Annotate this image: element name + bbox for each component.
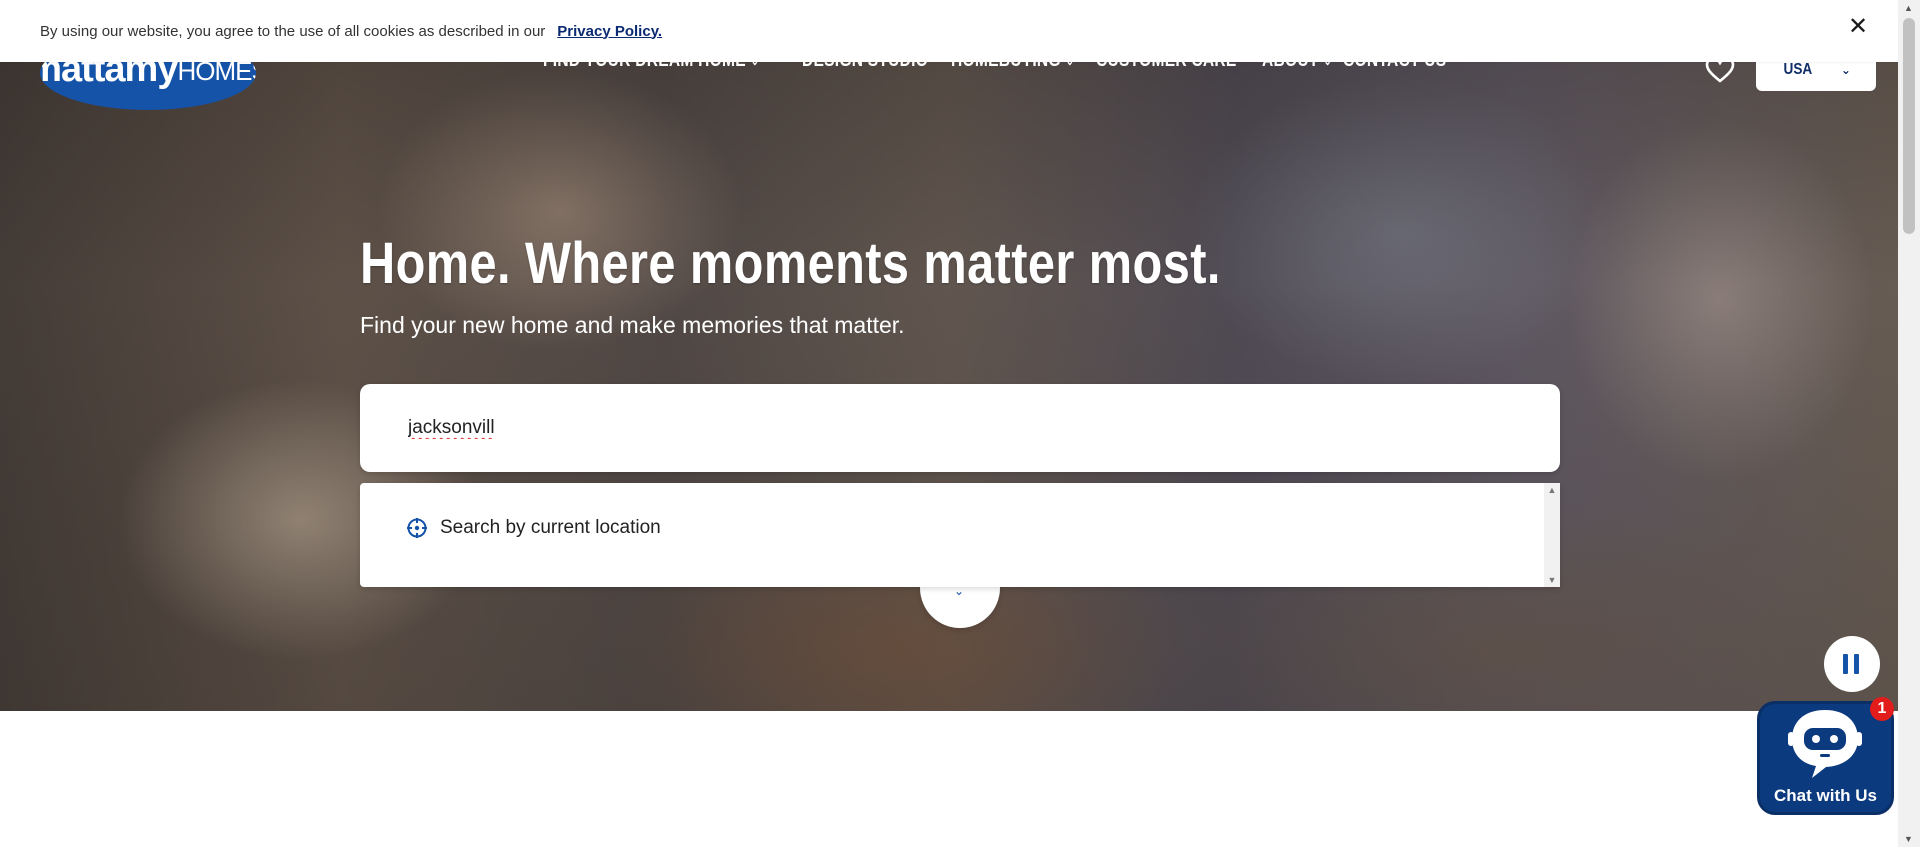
scroll-up-arrow-icon[interactable]: ▲ — [1904, 3, 1913, 13]
search-input[interactable] — [408, 408, 1508, 448]
chat-label: Chat with Us — [1774, 786, 1877, 805]
cookie-text: By using our website, you agree to the u… — [40, 22, 546, 40]
pause-icon — [1843, 654, 1848, 674]
notification-badge: 1 — [1870, 697, 1894, 721]
search-current-location-option[interactable]: Search by current location — [406, 517, 661, 539]
page-scrollbar[interactable]: ▲ ▼ — [1898, 0, 1920, 847]
scroll-down-arrow-icon[interactable]: ▼ — [1547, 575, 1557, 585]
video-pause-button[interactable] — [1824, 636, 1880, 692]
cookie-banner: By using our website, you agree to the u… — [0, 0, 1898, 62]
dropdown-scrollbar[interactable]: ▲ ▼ — [1544, 483, 1560, 587]
search-suggestions-dropdown: Search by current location ▲ ▼ — [360, 483, 1560, 587]
close-icon[interactable]: ✕ — [1848, 15, 1868, 39]
privacy-policy-link[interactable]: Privacy Policy. — [557, 23, 662, 40]
scroll-down-arrow-icon[interactable]: ▼ — [1904, 834, 1913, 844]
chevron-down-icon: ⌄ — [1840, 63, 1851, 77]
hero-subhead: Find your new home and make memories tha… — [360, 312, 905, 338]
crosshair-icon — [407, 518, 427, 538]
scrollbar-thumb[interactable] — [1903, 18, 1915, 234]
hero-background: mattamyHOMES FIND YOUR DREAM HOME⌄ DESIG… — [0, 0, 1898, 711]
scroll-up-arrow-icon[interactable]: ▲ — [1547, 485, 1557, 495]
hero-headline: Home. Where moments matter most. — [360, 231, 1221, 296]
search-box — [360, 384, 1560, 472]
